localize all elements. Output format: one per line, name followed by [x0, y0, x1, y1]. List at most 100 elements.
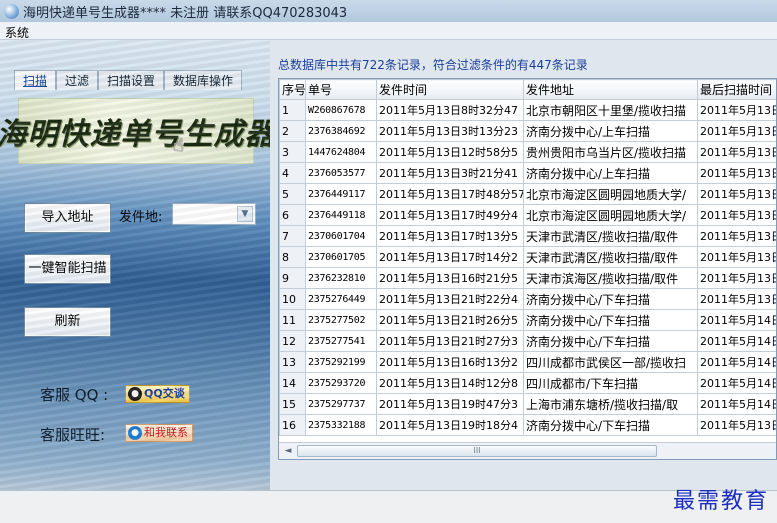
table-cell: 2011年5月13日8时32分47: [376, 99, 524, 121]
horizontal-scrollbar[interactable]: ◄ III: [279, 442, 776, 459]
column-header-send-address[interactable]: 发件地址: [523, 79, 698, 100]
table-cell: 1447624804: [305, 141, 377, 163]
table-row[interactable]: 9 2376232810 2011年5月13日16时21分5 天津市滨海区/揽收扫描/…: [279, 267, 776, 289]
table-row[interactable]: 15 2375297737 2011年5月13日19时47分3 上海市浦东塘桥/揽收扫…: [279, 393, 776, 415]
column-header-send-time[interactable]: 发件时间: [376, 79, 524, 100]
wangwang-icon: ●: [128, 426, 142, 440]
wangwang-contact-label: 和我联系: [144, 426, 188, 439]
hand-cursor-icon: ☝: [173, 135, 184, 156]
table-cell: 4: [279, 162, 306, 184]
table-cell: 7: [279, 225, 306, 247]
table-row[interactable]: 16 2375332188 2011年5月13日19时18分4 济南分拨中心/下车扫描…: [279, 414, 776, 436]
table-cell: 2376449118: [305, 204, 377, 226]
table-cell: 2011年5月13日12时58分5: [376, 141, 524, 163]
table-header-row: 序号 单号 发件时间 发件地址 最后扫描时间: [279, 79, 776, 100]
table-cell: 2011年5月13日17时49分4: [376, 204, 524, 226]
table-cell: 天津市滨海区/揽收扫描/取件: [523, 267, 698, 289]
table-row[interactable]: 3 1447624804 2011年5月13日12时58分5 贵州贵阳市乌当片区/揽收…: [279, 141, 776, 163]
table-cell: 2011年5月13日: [697, 267, 776, 289]
table-cell: 6: [279, 204, 306, 226]
table-cell: 天津市武清区/揽收扫描/取件: [523, 225, 698, 247]
import-address-button[interactable]: 导入地址: [24, 203, 111, 233]
scroll-left-icon[interactable]: ◄: [281, 445, 295, 458]
table-cell: 1: [279, 99, 306, 121]
table-cell: 北京市海淀区圆明园地质大学/: [523, 204, 698, 226]
support-qq-label: 客服 QQ :: [40, 386, 109, 404]
tab-filter[interactable]: 过滤: [56, 70, 99, 90]
table-row[interactable]: 8 2370601705 2011年5月13日17时14分2 天津市武清区/揽收扫描/…: [279, 246, 776, 268]
table-cell: 2011年5月13日: [697, 288, 776, 310]
table-cell: 2375293720: [305, 372, 377, 394]
column-header-index[interactable]: 序号: [279, 79, 306, 100]
table-cell: 2011年5月14日: [697, 351, 776, 373]
table-cell: 2011年5月13日14时12分8: [376, 372, 524, 394]
qq-chat-label: QQ交谈: [144, 387, 185, 400]
table-cell: 2375297737: [305, 393, 377, 415]
table-row[interactable]: 12 2375277541 2011年5月13日21时27分3 济南分拨中心/下车扫描…: [279, 330, 776, 352]
table-cell: 2: [279, 120, 306, 142]
table-cell: 2011年5月13日3时21分41: [376, 162, 524, 184]
logo-text: 海明快递单号生成器: [0, 117, 276, 152]
table-cell: 济南分拨中心/上车扫描: [523, 162, 698, 184]
table-cell: 济南分拨中心/下车扫描: [523, 330, 698, 352]
scrollbar-thumb[interactable]: III: [297, 445, 657, 457]
sender-select[interactable]: ▼: [172, 203, 256, 225]
table-body: 1 W260867678 2011年5月13日8时32分47 北京市朝阳区十里堡/揽收…: [279, 99, 776, 436]
sender-label: 发件地:: [119, 210, 163, 225]
table-cell: 9: [279, 267, 306, 289]
record-count-status: 总数据库中共有722条记录，符合过滤条件的有447条记录: [278, 58, 588, 72]
table-row[interactable]: 7 2370601704 2011年5月13日17时13分5 天津市武清区/揽收扫描/…: [279, 225, 776, 247]
table-cell: 2370601705: [305, 246, 377, 268]
table-row[interactable]: 2 2376384692 2011年5月13日3时13分23 济南分拨中心/上车扫描 2…: [279, 120, 776, 142]
table-row[interactable]: 1 W260867678 2011年5月13日8时32分47 北京市朝阳区十里堡/揽收…: [279, 99, 776, 121]
table-cell: 2375332188: [305, 414, 377, 436]
table-cell: 四川成都市/下车扫描: [523, 372, 698, 394]
left-panel: 扫描 过滤 扫描设置 数据库操作 海明快递单号生成器 ☝ 导入地址 发件地: ▼…: [0, 40, 275, 490]
menu-bar: 系统: [0, 22, 777, 40]
table-row[interactable]: 11 2375277502 2011年5月13日21时26分5 济南分拨中心/下车扫描…: [279, 309, 776, 331]
table-cell: 5: [279, 183, 306, 205]
table-cell: 2011年5月13日: [697, 162, 776, 184]
qq-chat-badge[interactable]: ● QQ交谈: [125, 385, 190, 403]
table-cell: 12: [279, 330, 306, 352]
table-cell: 2011年5月13日: [697, 141, 776, 163]
watermark-text: 最需教育: [672, 489, 769, 514]
tab-database-ops[interactable]: 数据库操作: [164, 70, 243, 90]
smart-scan-button[interactable]: 一键智能扫描: [24, 254, 111, 284]
table-cell: 15: [279, 393, 306, 415]
menu-item-system[interactable]: 系统: [5, 24, 29, 41]
table-cell: 北京市海淀区圆明园地质大学/: [523, 183, 698, 205]
refresh-button[interactable]: 刷新: [24, 307, 111, 337]
tab-scan[interactable]: 扫描: [14, 70, 57, 90]
table-row[interactable]: 13 2375292199 2011年5月13日16时13分2 四川成都市武侯区一部/…: [279, 351, 776, 373]
table-row[interactable]: 6 2376449118 2011年5月13日17时49分4 北京市海淀区圆明园地质大…: [279, 204, 776, 226]
records-grid[interactable]: 序号 单号 发件时间 发件地址 最后扫描时间 1 W260867678 2011年5…: [278, 78, 777, 460]
table-cell: 2011年5月13日: [697, 204, 776, 226]
table-cell: 2011年5月13日21时22分4: [376, 288, 524, 310]
table-row[interactable]: 4 2376053577 2011年5月13日3时21分41 济南分拨中心/上车扫描 2…: [279, 162, 776, 184]
column-header-tracking-no[interactable]: 单号: [305, 79, 377, 100]
wangwang-contact-badge[interactable]: ● 和我联系: [125, 424, 193, 442]
table-cell: 2376232810: [305, 267, 377, 289]
table-cell: 3: [279, 141, 306, 163]
table-cell: 2011年5月14日: [697, 372, 776, 394]
table-row[interactable]: 5 2376449117 2011年5月13日17时48分57 北京市海淀区圆明园地质…: [279, 183, 776, 205]
column-header-last-scan[interactable]: 最后扫描时间: [697, 79, 776, 100]
table-cell: 济南分拨中心/上车扫描: [523, 120, 698, 142]
table-cell: 2011年5月13日16时13分2: [376, 351, 524, 373]
table-cell: W260867678: [305, 99, 377, 121]
tab-scan-settings[interactable]: 扫描设置: [98, 70, 165, 90]
table-cell: 2376384692: [305, 120, 377, 142]
support-wangwang-label: 客服旺旺:: [40, 426, 106, 444]
table-row[interactable]: 10 2375276449 2011年5月13日21时22分4 济南分拨中心/下车扫描…: [279, 288, 776, 310]
table-cell: 2375276449: [305, 288, 377, 310]
table-cell: 2011年5月13日17时48分57: [376, 183, 524, 205]
title-bar: 海明快递单号生成器**** 未注册 请联系QQ470283043: [0, 0, 777, 22]
table-cell: 13: [279, 351, 306, 373]
table-cell: 2011年5月13日21时27分3: [376, 330, 524, 352]
table-cell: 2011年5月14日: [697, 330, 776, 352]
chevron-down-icon[interactable]: ▼: [237, 206, 253, 222]
table-cell: 2011年5月13日16时21分5: [376, 267, 524, 289]
table-row[interactable]: 14 2375293720 2011年5月13日14时12分8 四川成都市/下车扫描 2…: [279, 372, 776, 394]
table-cell: 2011年5月14日: [697, 393, 776, 415]
